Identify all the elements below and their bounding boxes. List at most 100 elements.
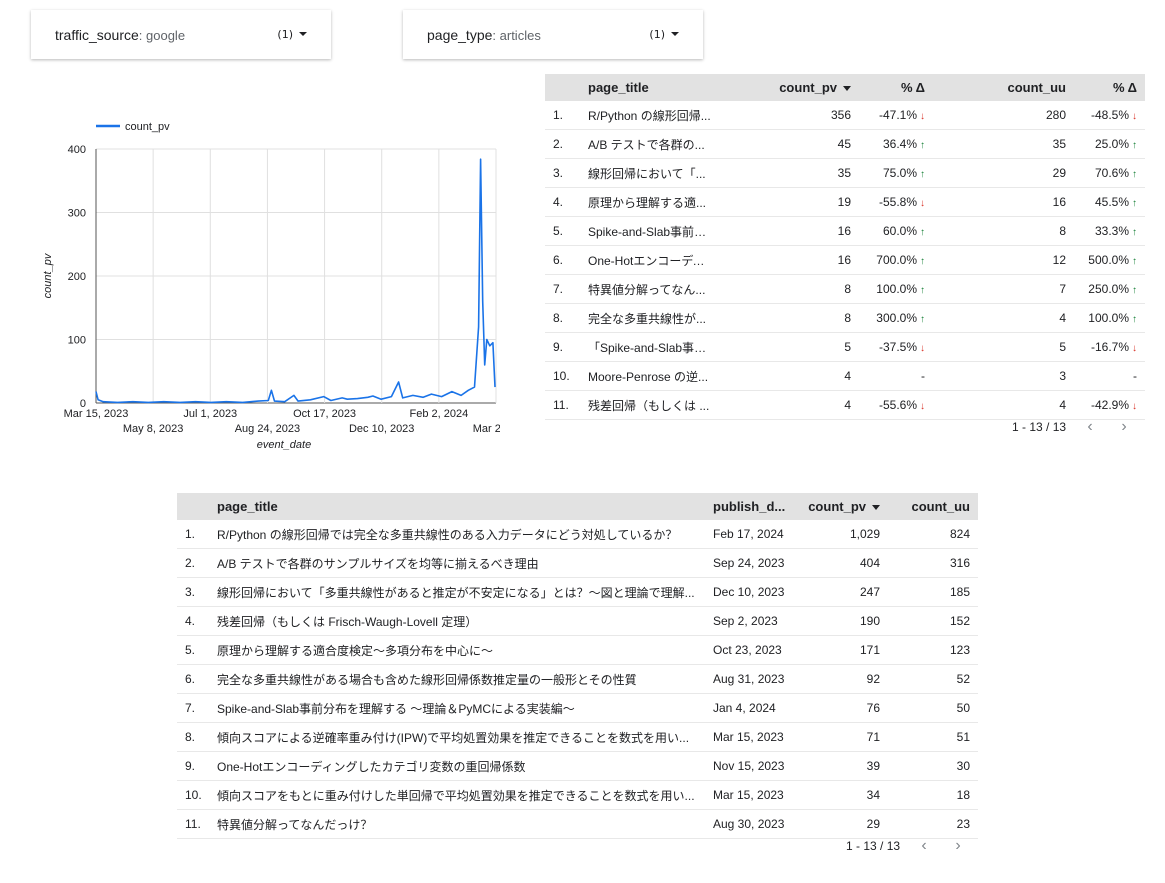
table-row[interactable]: 4. 残差回帰（もしくは Frisch-Waugh-Lovell 定理） Sep 2… — [177, 607, 978, 636]
table-row[interactable]: 5. 原理から理解する適合度検定〜多項分布を中心に〜 Oct 23, 2023 171… — [177, 636, 978, 665]
count-pv-cell: 45 — [837, 137, 851, 151]
filter-page-type[interactable]: page_type: articles (1) — [403, 10, 703, 59]
series-line-count-pv — [95, 158, 496, 404]
pv-delta-value: 100.0% — [876, 282, 917, 296]
col-uu-delta[interactable]: % Δ — [1066, 80, 1137, 95]
table-row[interactable]: 1. R/Python の線形回帰では完全な多重共線性のある入力データにどう対処し… — [177, 520, 978, 549]
page-title-cell[interactable]: 原理から理解する適... — [588, 194, 711, 211]
table-row[interactable]: 3. 線形回帰において「多重共線性があると推定が不安定になる」とは？〜図と理論で理… — [177, 578, 978, 607]
table-row[interactable]: 4. 原理から理解する適... 19 -55.8% ↓ 16 45.5% ↑ — [545, 188, 1145, 217]
arrow-up-icon: ↑ — [1132, 198, 1137, 209]
page-title-cell[interactable]: 完全な多重共線性がある場合も含めた線形回帰係数推定量の一般形とその性質 — [217, 671, 713, 688]
y-tick-label: 200 — [68, 271, 86, 283]
chevron-right-icon[interactable]: › — [948, 837, 968, 855]
filter-traffic-source[interactable]: traffic_source: google (1) — [31, 10, 331, 59]
page-title-cell[interactable]: Moore-Penrose の逆... — [588, 368, 711, 385]
uu-delta-value: - — [1133, 369, 1137, 383]
arrow-up-icon: ↑ — [1132, 314, 1137, 325]
table-row[interactable]: 1. R/Python の線形回帰... 356 -47.1% ↓ 280 -48.5% ↓ — [545, 101, 1145, 130]
page-title-cell[interactable]: One-Hotエンコーディ... — [588, 252, 711, 269]
table-row[interactable]: 10. 傾向スコアをもとに重み付けした単回帰で平均処置効果を推定できることを数式を… — [177, 781, 978, 810]
chevron-left-icon[interactable]: ‹ — [914, 837, 934, 855]
filter-label: page_type: articles — [427, 26, 541, 43]
table-row[interactable]: 7. Spike-and-Slab事前分布を理解する 〜理論＆PyMCによる実装編… — [177, 694, 978, 723]
row-index: 7. — [185, 701, 196, 715]
page-title-cell[interactable]: R/Python の線形回帰では完全な多重共線性のある入力データにどう対処してい… — [217, 526, 713, 543]
pv-delta-cell: 75.0% ↑ — [851, 166, 925, 180]
arrow-up-icon: ↑ — [1132, 140, 1137, 151]
page-title-cell[interactable]: 特異値分解ってなんだっけ？ — [217, 816, 713, 833]
table-row[interactable]: 8. 完全な多重共線性が... 8 300.0% ↑ 4 100.0% ↑ — [545, 304, 1145, 333]
page-title-cell[interactable]: 傾向スコアによる逆確率重み付け(IPW)で平均処置効果を推定できることを数式を用… — [217, 729, 713, 746]
table-row[interactable]: 8. 傾向スコアによる逆確率重み付け(IPW)で平均処置効果を推定できることを数式… — [177, 723, 978, 752]
arrow-down-icon: ↓ — [1132, 111, 1137, 122]
legend-label: count_pv — [125, 121, 170, 133]
col-page-title[interactable]: page_title — [588, 80, 711, 95]
col-publish-date[interactable]: publish_d... — [713, 499, 791, 514]
table2-pagination: 1 - 13 / 13 ‹ › — [846, 837, 968, 855]
page-title-cell[interactable]: 傾向スコアをもとに重み付けした単回帰で平均処置効果を推定できることを数式を用い.… — [217, 787, 713, 804]
col-pv-delta[interactable]: % Δ — [851, 80, 925, 95]
row-index: 8. — [553, 311, 564, 325]
table-row[interactable]: 9. 「Spike-and-Slab事前... 5 -37.5% ↓ 5 -16.7% ↓ — [545, 333, 1145, 362]
uu-delta-value: -42.9% — [1090, 398, 1129, 412]
pv-delta-value: 700.0% — [876, 253, 917, 267]
caret-down-icon[interactable] — [671, 32, 679, 36]
table-row[interactable]: 6. 完全な多重共線性がある場合も含めた線形回帰係数推定量の一般形とその性質 Aug… — [177, 665, 978, 694]
pv-delta-cell: -55.6% ↓ — [851, 398, 925, 412]
page-title-cell[interactable]: 線形回帰において「多重共線性があると推定が不安定になる」とは？〜図と理論で理解.… — [217, 584, 713, 601]
page-title-cell[interactable]: Spike-and-Slab事前分布を理解する 〜理論＆PyMCによる実装編〜 — [217, 700, 713, 717]
caret-down-icon[interactable] — [299, 32, 307, 36]
table-row[interactable]: 2. A/B テストで各群のサンプルサイズを均等に揃えるべき理由 Sep 24, 2… — [177, 549, 978, 578]
col-count-pv[interactable]: count_pv — [711, 80, 851, 95]
table-row[interactable]: 11. 残差回帰（もしくは ... 4 -55.6% ↓ 4 -42.9% ↓ — [545, 391, 1145, 420]
page-title-cell[interactable]: 特異値分解ってなん... — [588, 281, 711, 298]
chevron-right-icon[interactable]: › — [1114, 418, 1134, 436]
publish-date-cell: Mar 15, 2023 — [713, 788, 784, 802]
row-index: 5. — [185, 643, 196, 657]
row-index: 11. — [185, 817, 201, 831]
table-row[interactable]: 10. Moore-Penrose の逆... 4-3- — [545, 362, 1145, 391]
page-title-cell[interactable]: Spike-and-Slab事前分... — [588, 223, 711, 240]
col-count-uu[interactable]: count_uu — [925, 80, 1067, 95]
table-row[interactable]: 6. One-Hotエンコーディ... 16 700.0% ↑ 12 500.0% ↑ — [545, 246, 1145, 275]
page-title-cell[interactable]: R/Python の線形回帰... — [588, 107, 711, 124]
page-title-cell[interactable]: 「Spike-and-Slab事前... — [588, 339, 711, 356]
row-index: 3. — [185, 585, 196, 599]
count-pv-cell: 1,029 — [849, 527, 880, 541]
col-count-pv[interactable]: count_pv — [791, 499, 880, 514]
col-page-title[interactable]: page_title — [217, 499, 713, 514]
x-tick-label: May 8, 2023 — [123, 423, 184, 435]
page-title-cell[interactable]: One-Hotエンコーディングしたカテゴリ変数の重回帰係数 — [217, 758, 713, 775]
table-row[interactable]: 3. 線形回帰において「... 35 75.0% ↑ 29 70.6% ↑ — [545, 159, 1145, 188]
table-row[interactable]: 5. Spike-and-Slab事前分... 16 60.0% ↑ 8 33.3% ↑ — [545, 217, 1145, 246]
table-row[interactable]: 9. One-Hotエンコーディングしたカテゴリ変数の重回帰係数 Nov 15, 2… — [177, 752, 978, 781]
count-uu-cell: 123 — [949, 643, 970, 657]
page-title-cell[interactable]: 完全な多重共線性が... — [588, 310, 711, 327]
arrow-up-icon: ↑ — [1132, 227, 1137, 238]
count-pv-cell: 39 — [866, 759, 880, 773]
table-row[interactable]: 11. 特異値分解ってなんだっけ？ Aug 30, 2023 29 23 — [177, 810, 978, 839]
publish-date-cell: Nov 15, 2023 — [713, 759, 785, 773]
page-title-cell[interactable]: 残差回帰（もしくは ... — [588, 397, 711, 414]
count-pv-cell: 29 — [866, 817, 880, 831]
chevron-left-icon[interactable]: ‹ — [1080, 418, 1100, 436]
sort-down-icon — [872, 505, 880, 511]
page-title-cell[interactable]: A/B テストで各群のサンプルサイズを均等に揃えるべき理由 — [217, 555, 713, 572]
row-index: 2. — [185, 556, 196, 570]
count-pv-cell: 71 — [866, 730, 880, 744]
page-title-cell[interactable]: 残差回帰（もしくは Frisch-Waugh-Lovell 定理） — [217, 613, 713, 630]
col-count-uu[interactable]: count_uu — [880, 499, 971, 514]
count-pv-cell: 8 — [844, 311, 851, 325]
y-tick-label: 400 — [68, 144, 86, 156]
table-header: page_title publish_d... count_pv count_u… — [177, 493, 978, 520]
page-title-cell[interactable]: A/B テストで各群の... — [588, 136, 711, 153]
top-pages-delta-table: page_title count_pv % Δ count_uu % Δ 1. R… — [545, 74, 1145, 420]
table-row[interactable]: 2. A/B テストで各群の... 45 36.4% ↑ 35 25.0% ↑ — [545, 130, 1145, 159]
count-pv-cell: 356 — [830, 108, 851, 122]
page-title-cell[interactable]: 原理から理解する適合度検定〜多項分布を中心に〜 — [217, 642, 713, 659]
count-uu-cell: 29 — [1052, 166, 1066, 180]
page-title-cell[interactable]: 線形回帰において「... — [588, 165, 711, 182]
filter-name: traffic_source — [55, 26, 139, 43]
table-row[interactable]: 7. 特異値分解ってなん... 8 100.0% ↑ 7 250.0% ↑ — [545, 275, 1145, 304]
